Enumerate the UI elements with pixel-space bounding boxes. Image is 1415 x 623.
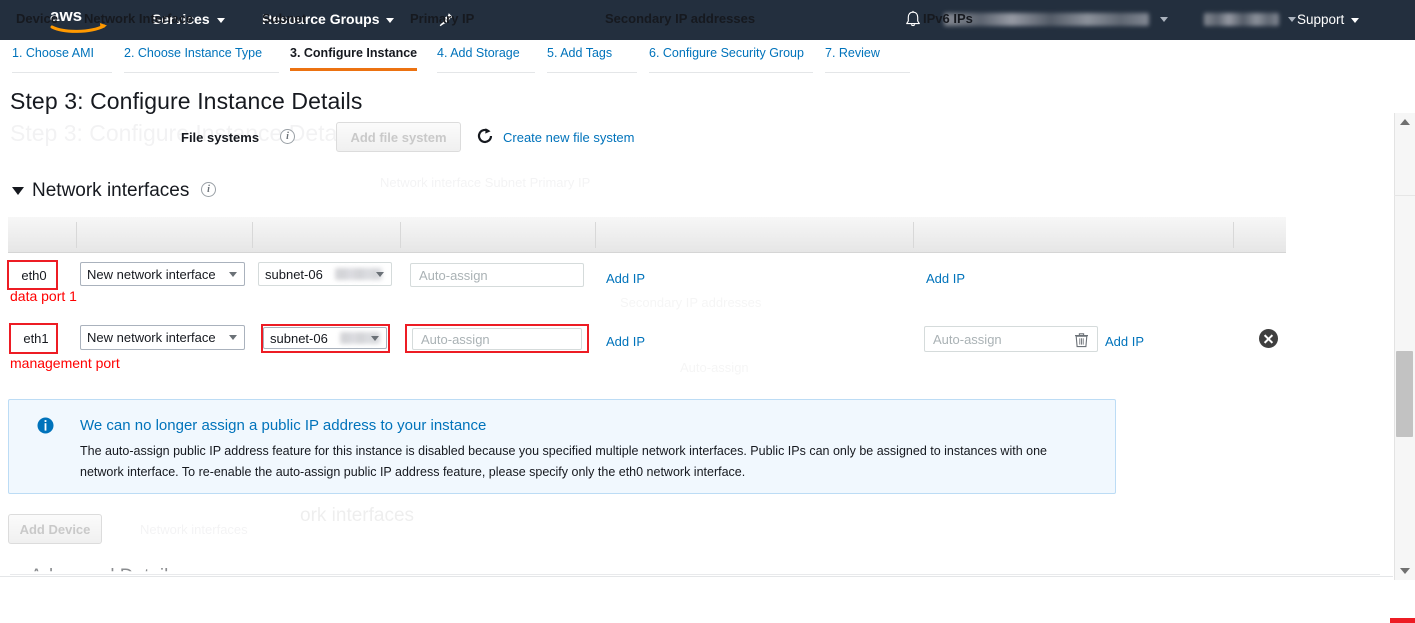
annotation-corner-mark [1390, 618, 1415, 623]
info-icon[interactable]: i [201, 182, 216, 197]
column-separator [913, 222, 914, 248]
network-interface-select-eth0[interactable]: New network interface [80, 262, 245, 286]
ipv6-add-ip-link-eth0[interactable]: Add IP [926, 271, 965, 286]
primary-ip-placeholder: Auto-assign [419, 267, 488, 283]
tab-add-storage[interactable]: 4. Add Storage [437, 46, 520, 68]
chevron-down-icon [1351, 18, 1360, 23]
device-label-eth1: eth1 [11, 325, 61, 351]
column-header-device: Device [16, 11, 58, 26]
ghost-network-interfaces: ork interfaces [300, 505, 415, 526]
column-header-subnet: Subnet [262, 11, 307, 26]
page-title: Step 3: Configure Instance Details [10, 88, 363, 114]
annotation-data-port-1: data port 1 [10, 288, 77, 304]
chevron-up-icon [1399, 119, 1410, 125]
section-divider [10, 574, 1380, 575]
tab-choose-ami[interactable]: 1. Choose AMI [12, 46, 94, 68]
tab-divider [547, 72, 637, 73]
alert-title: We can no longer assign a public IP addr… [80, 417, 487, 434]
ipv6-add-ip-link-eth1[interactable]: Add IP [1105, 334, 1144, 349]
network-interface-select-value: New network interface [87, 330, 216, 345]
ghost-text: Network interfaces [140, 522, 248, 537]
network-interfaces-title: Network interfaces [32, 180, 190, 201]
account-name-redacted[interactable] [944, 13, 1149, 26]
column-separator [400, 222, 401, 248]
wizard-step-tabs: 1. Choose AMI 2. Choose Instance Type 3.… [0, 40, 1415, 75]
primary-ip-input-eth0[interactable]: Auto-assign [410, 263, 584, 287]
column-header-primary-ip: Primary IP [410, 11, 475, 26]
tab-review[interactable]: 7. Review [825, 46, 880, 68]
scrollbar-divider [1394, 195, 1415, 196]
secondary-add-ip-link-eth0[interactable]: Add IP [606, 271, 645, 286]
column-separator [1233, 222, 1234, 248]
device-label-eth0: eth0 [9, 262, 59, 288]
bell-icon[interactable] [902, 9, 924, 31]
create-new-file-system-link[interactable]: Create new file system [503, 130, 635, 145]
ec2-configure-instance-page: aws Services Resource Groups Support 1. … [0, 0, 1415, 623]
network-interfaces-section-header[interactable]: Network interfaces [12, 180, 189, 202]
wizard-footer: Cancel Previous Review and Launch Next: … [0, 577, 1393, 623]
column-separator [76, 222, 77, 248]
ghost-text: Auto-assign [680, 360, 749, 375]
public-ip-info-alert: We can no longer assign a public IP addr… [8, 399, 1116, 494]
primary-ip-placeholder: Auto-assign [421, 331, 490, 347]
tab-choose-instance-type[interactable]: 2. Choose Instance Type [124, 46, 262, 68]
secondary-add-ip-link-eth1[interactable]: Add IP [606, 334, 645, 349]
alert-body: The auto-assign public IP address featur… [80, 444, 1047, 479]
chevron-down-icon[interactable] [1160, 17, 1168, 22]
add-file-system-button[interactable]: Add file system [336, 122, 461, 152]
nav-support-menu[interactable]: Support [1297, 12, 1360, 27]
network-interface-select-eth1[interactable]: New network interface [80, 325, 245, 350]
trash-icon[interactable] [1074, 332, 1089, 348]
subnet-select-value: subnet-06 [270, 330, 328, 346]
info-icon[interactable]: i [280, 129, 295, 144]
tab-configure-security-group[interactable]: 6. Configure Security Group [649, 46, 804, 68]
chevron-down-icon [229, 335, 237, 340]
ipv6-input-eth1[interactable]: Auto-assign [924, 326, 1098, 352]
remove-interface-button-eth1[interactable] [1259, 329, 1278, 348]
tab-add-tags[interactable]: 5. Add Tags [547, 46, 612, 68]
chevron-down-icon [371, 336, 379, 341]
scroll-down-button[interactable] [1394, 562, 1415, 580]
ipv6-placeholder: Auto-assign [933, 331, 1002, 347]
chevron-down-icon[interactable] [1288, 17, 1296, 22]
network-interfaces-table-header [8, 217, 1286, 253]
primary-ip-input-eth1[interactable]: Auto-assign [412, 328, 582, 350]
chevron-down-icon [386, 17, 395, 23]
ghost-text: Secondary IP addresses [620, 295, 761, 310]
tab-divider [825, 72, 910, 73]
column-header-secondary-ip: Secondary IP addresses [605, 11, 756, 26]
annotation-management-port: management port [10, 355, 120, 371]
nav-support-label: Support [1297, 12, 1345, 27]
chevron-down-icon [1399, 568, 1410, 574]
info-circle-icon [37, 417, 54, 434]
tab-divider [12, 72, 112, 73]
subnet-select-value: subnet-06 [265, 266, 323, 282]
refresh-icon[interactable] [475, 126, 495, 146]
vertical-scrollbar-thumb[interactable] [1396, 351, 1413, 437]
tab-divider [437, 72, 535, 73]
tab-divider [649, 72, 813, 73]
region-selector-redacted[interactable] [1204, 13, 1279, 26]
network-interface-select-value: New network interface [87, 266, 216, 282]
tab-configure-instance[interactable]: 3. Configure Instance [290, 46, 418, 71]
column-header-ipv6-ips: IPv6 IPs [923, 11, 973, 26]
chevron-down-icon [229, 272, 237, 277]
column-header-network-interface: Network Interface [84, 11, 194, 26]
chevron-down-icon [216, 17, 225, 23]
subnet-id-redacted [335, 268, 382, 280]
chevron-down-icon [376, 272, 384, 277]
triangle-down-icon [12, 187, 24, 195]
column-separator [595, 222, 596, 248]
file-systems-label: File systems [181, 130, 260, 145]
subnet-select-eth1[interactable]: subnet-06 [263, 327, 387, 349]
tab-divider [124, 72, 279, 73]
vertical-scrollbar-track[interactable] [1394, 113, 1415, 580]
scroll-up-button[interactable] [1394, 113, 1415, 131]
column-separator [252, 222, 253, 248]
ghost-text: Network interface Subnet Primary IP [380, 175, 591, 190]
subnet-select-eth0[interactable]: subnet-06 [258, 262, 392, 286]
add-device-button[interactable]: Add Device [8, 514, 102, 544]
